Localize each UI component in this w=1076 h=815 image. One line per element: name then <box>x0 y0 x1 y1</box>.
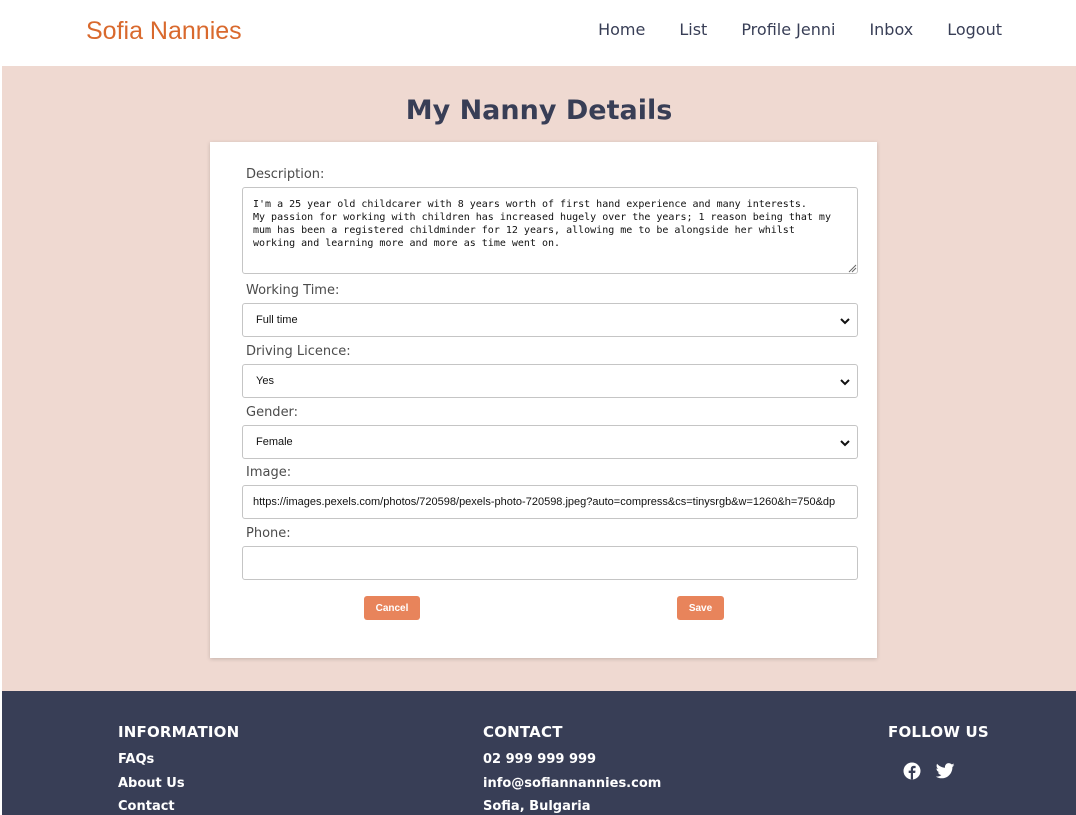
brand-logo-link[interactable]: Sofia Nannies <box>86 17 242 46</box>
footer-link-contact[interactable]: Contact <box>118 799 175 814</box>
phone-label: Phone: <box>246 526 291 541</box>
gender-select[interactable]: Female <box>242 425 858 459</box>
description-textarea[interactable]: I'm a 25 year old childcarer with 8 year… <box>242 187 858 274</box>
contact-location: Sofia, Bulgaria <box>483 799 591 814</box>
contact-phone: 02 999 999 999 <box>483 752 597 767</box>
top-navbar: Sofia Nannies Home List Profile Jenni In… <box>0 0 1076 66</box>
working-time-select[interactable]: Full time <box>242 303 858 337</box>
page-title: My Nanny Details <box>405 95 673 126</box>
nav-profile[interactable]: Profile Jenni <box>741 20 835 39</box>
information-heading: INFORMATION <box>118 723 240 741</box>
footer-link-about[interactable]: About Us <box>118 776 185 791</box>
twitter-icon[interactable] <box>936 762 955 780</box>
driving-licence-value: Yes <box>256 375 274 387</box>
resize-handle-icon[interactable] <box>847 263 857 273</box>
nanny-details-form: Description: I'm a 25 year old childcare… <box>210 142 877 658</box>
working-time-value: Full time <box>256 314 298 326</box>
description-label: Description: <box>246 167 325 182</box>
phone-input[interactable] <box>242 546 858 580</box>
follow-us-heading: FOLLOW US <box>888 723 989 741</box>
footer-link-faqs[interactable]: FAQs <box>118 752 154 767</box>
nav-logout[interactable]: Logout <box>947 20 1002 39</box>
chevron-down-icon <box>840 379 850 386</box>
main-nav: Home List Profile Jenni Inbox Logout <box>598 20 1002 39</box>
contact-heading: CONTACT <box>483 723 563 741</box>
cancel-button[interactable]: Cancel <box>364 596 420 620</box>
image-url-input[interactable]: https://images.pexels.com/photos/720598/… <box>242 485 858 519</box>
main-content: My Nanny Details Description: I'm a 25 y… <box>2 66 1076 691</box>
contact-email: info@sofiannannies.com <box>483 776 662 791</box>
driving-licence-select[interactable]: Yes <box>242 364 858 398</box>
gender-label: Gender: <box>246 405 299 420</box>
nav-inbox[interactable]: Inbox <box>869 20 913 39</box>
facebook-icon[interactable] <box>903 762 921 780</box>
nav-list[interactable]: List <box>679 20 707 39</box>
site-footer: INFORMATION FAQs About Us Contact CONTAC… <box>2 691 1076 815</box>
image-label: Image: <box>246 465 292 480</box>
working-time-label: Working Time: <box>246 283 340 298</box>
nav-home[interactable]: Home <box>598 20 645 39</box>
driving-licence-label: Driving Licence: <box>246 344 351 359</box>
chevron-down-icon <box>840 318 850 325</box>
chevron-down-icon <box>840 440 850 447</box>
gender-value: Female <box>256 436 293 448</box>
save-button[interactable]: Save <box>677 596 724 620</box>
